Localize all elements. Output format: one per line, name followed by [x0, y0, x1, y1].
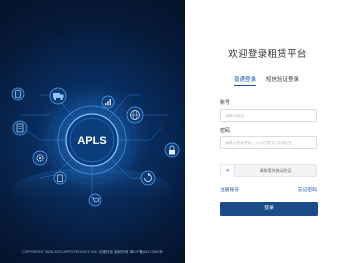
shopping-cart-icon: [88, 193, 102, 207]
account-input[interactable]: [220, 109, 317, 122]
copyright-text: COPYRIGHT 2006-2023 APPOTRONICS INC 光峰科技…: [22, 250, 163, 254]
register-link[interactable]: 注册账号: [220, 186, 239, 193]
hero-illustration: APLS: [7, 17, 180, 212]
tablet-icon: [11, 87, 25, 101]
login-tabs: 普通登录 短信验证登录: [234, 75, 299, 86]
login-panel: 欢迎登录租赁平台 普通登录 短信验证登录 账号 密码 » 请按滑块拖动验证 注册…: [185, 0, 350, 263]
refresh-icon: [140, 170, 156, 186]
gear-icon: [32, 150, 48, 166]
apls-logo-text: APLS: [77, 135, 106, 147]
hero-panel: APLS COPYRIGHT 2006-2023 APPOTRONICS INC…: [0, 0, 185, 263]
account-label: 账号: [220, 100, 231, 106]
password-input[interactable]: [220, 136, 317, 149]
lock-icon: [164, 142, 180, 158]
tab-normal-login[interactable]: 普通登录: [234, 75, 257, 86]
chart-icon: [101, 95, 115, 109]
clipboard-icon: [53, 171, 67, 185]
tab-sms-login[interactable]: 短信验证登录: [266, 75, 299, 86]
delivery-truck-icon: [49, 87, 67, 105]
page-title: 欢迎登录租赁平台: [228, 49, 307, 60]
login-button[interactable]: 登录: [220, 202, 318, 216]
document-icon: [12, 120, 28, 136]
double-chevron-right-icon[interactable]: »: [221, 165, 235, 177]
globe-icon: [126, 106, 144, 124]
forgot-password-link[interactable]: 忘记密码: [298, 186, 317, 193]
slider-captcha[interactable]: » 请按滑块拖动验证: [220, 164, 317, 177]
password-label: 密码: [220, 128, 231, 134]
slider-captcha-text: 请按滑块拖动验证: [259, 168, 292, 173]
